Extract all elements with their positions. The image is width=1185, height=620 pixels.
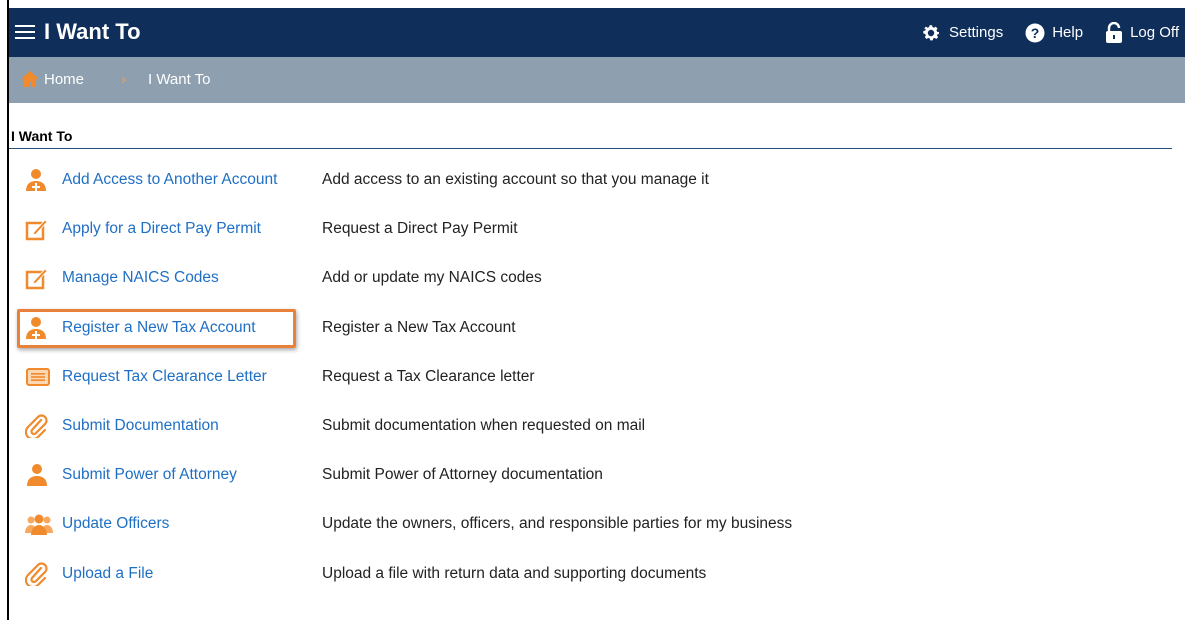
letter-icon [25, 365, 50, 389]
register-tax-account-link[interactable]: Register a New Tax Account [62, 319, 256, 337]
item-description: Upload a file with return data and suppo… [322, 565, 707, 582]
tax-clearance-link[interactable]: Request Tax Clearance Letter [62, 368, 267, 386]
settings-button[interactable]: Settings [920, 22, 1003, 44]
item-description: Register a New Tax Account [322, 319, 516, 336]
add-person-icon [25, 168, 49, 192]
gear-icon [920, 22, 942, 44]
page-title: I Want To [44, 19, 141, 44]
person-icon [25, 463, 49, 487]
list-item: Apply for a Direct Pay Permit Request a … [9, 211, 1169, 247]
item-description: Add access to an existing account so tha… [322, 171, 709, 188]
power-of-attorney-link[interactable]: Submit Power of Attorney [62, 466, 237, 484]
item-description: Add or update my NAICS codes [322, 269, 542, 286]
lock-icon [1105, 21, 1123, 44]
settings-label: Settings [949, 24, 1004, 41]
list-item: Request Tax Clearance Letter Request a T… [9, 359, 1169, 395]
direct-pay-permit-link[interactable]: Apply for a Direct Pay Permit [62, 220, 261, 238]
list-item: Manage NAICS Codes Add or update my NAIC… [9, 260, 1169, 296]
edit-icon [25, 217, 49, 241]
help-button[interactable]: ? Help [1025, 23, 1083, 43]
breadcrumb: Home › I Want To [9, 57, 1185, 103]
group-icon [25, 512, 53, 536]
item-description: Submit Power of Attorney documentation [322, 466, 603, 483]
list-item: Submit Documentation Submit documentatio… [9, 408, 1169, 444]
item-description: Request a Direct Pay Permit [322, 220, 518, 237]
update-officers-link[interactable]: Update Officers [62, 515, 169, 533]
list-item: Submit Power of Attorney Submit Power of… [9, 457, 1169, 493]
add-access-link[interactable]: Add Access to Another Account [62, 171, 277, 189]
item-description: Update the owners, officers, and respons… [322, 515, 793, 532]
manage-naics-link[interactable]: Manage NAICS Codes [62, 269, 219, 287]
list-item: Register a New Tax Account Register a Ne… [9, 310, 1169, 346]
breadcrumb-separator: › [121, 71, 126, 88]
item-description: Request a Tax Clearance letter [322, 368, 535, 385]
top-bar: I Want To Settings ? Help Log Off [9, 8, 1185, 57]
list-item: Upload a File Upload a file with return … [9, 556, 1169, 592]
breadcrumb-home[interactable]: Home [44, 71, 84, 88]
edit-icon [25, 266, 49, 290]
paperclip-icon [24, 414, 49, 441]
breadcrumb-current: I Want To [148, 71, 211, 88]
help-label: Help [1052, 24, 1084, 41]
home-icon[interactable] [20, 70, 40, 88]
log-off-button[interactable]: Log Off [1105, 21, 1179, 44]
app-frame: I Want To Settings ? Help Log Off Home ›… [7, 0, 1185, 620]
list-item: Update Officers Update the owners, offic… [9, 506, 1169, 542]
section-title: I Want To [11, 128, 73, 144]
svg-text:?: ? [1031, 25, 1040, 41]
hamburger-menu-icon[interactable] [15, 21, 35, 43]
top-actions: Settings ? Help Log Off [898, 8, 1185, 57]
item-description: Submit documentation when requested on m… [322, 417, 646, 434]
help-icon: ? [1025, 23, 1045, 43]
upload-file-link[interactable]: Upload a File [62, 565, 153, 583]
paperclip-icon [24, 562, 49, 589]
log-off-label: Log Off [1130, 24, 1179, 41]
list-item: Add Access to Another Account Add access… [9, 162, 1169, 198]
section-divider [9, 148, 1172, 149]
submit-documentation-link[interactable]: Submit Documentation [62, 417, 219, 435]
add-person-icon [25, 316, 49, 340]
